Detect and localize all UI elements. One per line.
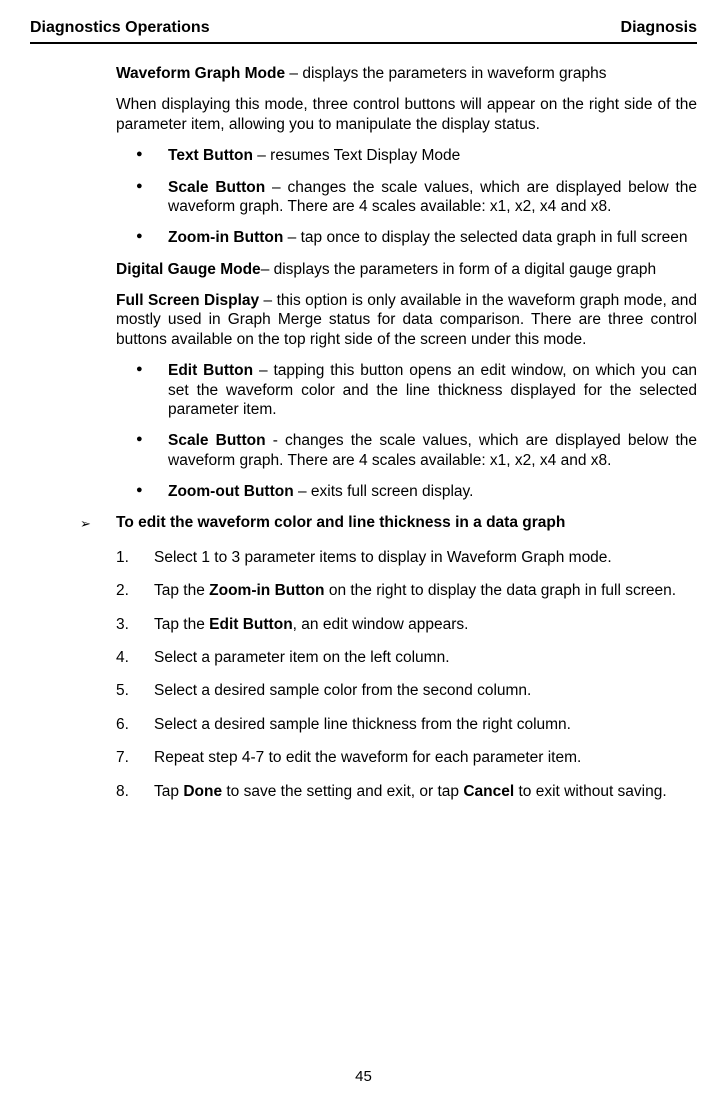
term: Zoom-in Button — [168, 229, 283, 246]
text: , an edit window appears. — [293, 616, 469, 633]
paragraph: Digital Gauge Mode– displays the paramet… — [116, 260, 697, 279]
text: to exit without saving. — [514, 783, 667, 800]
term: Zoom-in Button — [209, 582, 324, 599]
paragraph: Full Screen Display – this option is onl… — [116, 291, 697, 349]
text: – resumes Text Display Mode — [253, 147, 460, 164]
text: – tap once to display the selected data … — [283, 229, 687, 246]
text: Select a parameter item on the left colu… — [154, 649, 450, 666]
procedure-heading: ➢ To edit the waveform color and line th… — [80, 513, 697, 534]
term: Waveform Graph Mode — [116, 65, 285, 82]
term: Edit Button — [209, 616, 293, 633]
page: Diagnostics Operations Diagnosis Wavefor… — [0, 0, 727, 1105]
list-item: Zoom-in Button – tap once to display the… — [116, 228, 697, 247]
list-item: Select 1 to 3 parameter items to display… — [116, 548, 697, 567]
text: Repeat step 4-7 to edit the waveform for… — [154, 749, 581, 766]
page-number: 45 — [0, 1068, 727, 1087]
list-item: Edit Button – tapping this button opens … — [116, 361, 697, 419]
procedure-title: To edit the waveform color and line thic… — [116, 513, 565, 534]
term: Full Screen Display — [116, 292, 259, 309]
list-item: Scale Button – changes the scale values,… — [116, 178, 697, 217]
text: – exits full screen display. — [294, 483, 474, 500]
list-item: Text Button – resumes Text Display Mode — [116, 146, 697, 165]
text: Select a desired sample color from the s… — [154, 682, 531, 699]
term: Digital Gauge Mode — [116, 261, 261, 278]
text: Tap the — [154, 582, 209, 599]
list-item: Zoom-out Button – exits full screen disp… — [116, 482, 697, 501]
paragraph: Waveform Graph Mode – displays the param… — [116, 64, 697, 83]
term: Scale Button — [168, 432, 266, 449]
list-item: Scale Button - changes the scale values,… — [116, 431, 697, 470]
list-item: Tap Done to save the setting and exit, o… — [116, 782, 697, 801]
term: Zoom-out Button — [168, 483, 294, 500]
text: Select a desired sample line thickness f… — [154, 716, 571, 733]
numbered-list: Select 1 to 3 parameter items to display… — [116, 548, 697, 801]
text: – displays the parameters in form of a d… — [261, 261, 656, 278]
text: to save the setting and exit, or tap — [222, 783, 463, 800]
arrow-icon: ➢ — [80, 513, 116, 534]
bullet-list: Text Button – resumes Text Display Mode … — [116, 146, 697, 248]
term: Edit Button — [168, 362, 253, 379]
term: Cancel — [463, 783, 514, 800]
list-item: Select a parameter item on the left colu… — [116, 648, 697, 667]
list-item: Repeat step 4-7 to edit the waveform for… — [116, 748, 697, 767]
term: Scale Button — [168, 179, 265, 196]
header-left: Diagnostics Operations — [30, 18, 210, 38]
text: on the right to display the data graph i… — [325, 582, 677, 599]
term: Text Button — [168, 147, 253, 164]
text: – displays the parameters in waveform gr… — [285, 65, 606, 82]
page-header: Diagnostics Operations Diagnosis — [30, 18, 697, 44]
header-right: Diagnosis — [621, 18, 697, 38]
page-body: Waveform Graph Mode – displays the param… — [30, 64, 697, 801]
list-item: Select a desired sample line thickness f… — [116, 715, 697, 734]
paragraph: When displaying this mode, three control… — [116, 95, 697, 134]
list-item: Tap the Edit Button, an edit window appe… — [116, 615, 697, 634]
list-item: Tap the Zoom-in Button on the right to d… — [116, 581, 697, 600]
term: Done — [183, 783, 222, 800]
text: Tap the — [154, 616, 209, 633]
bullet-list: Edit Button – tapping this button opens … — [116, 361, 697, 501]
list-item: Select a desired sample color from the s… — [116, 681, 697, 700]
text: Select 1 to 3 parameter items to display… — [154, 549, 612, 566]
text: Tap — [154, 783, 183, 800]
